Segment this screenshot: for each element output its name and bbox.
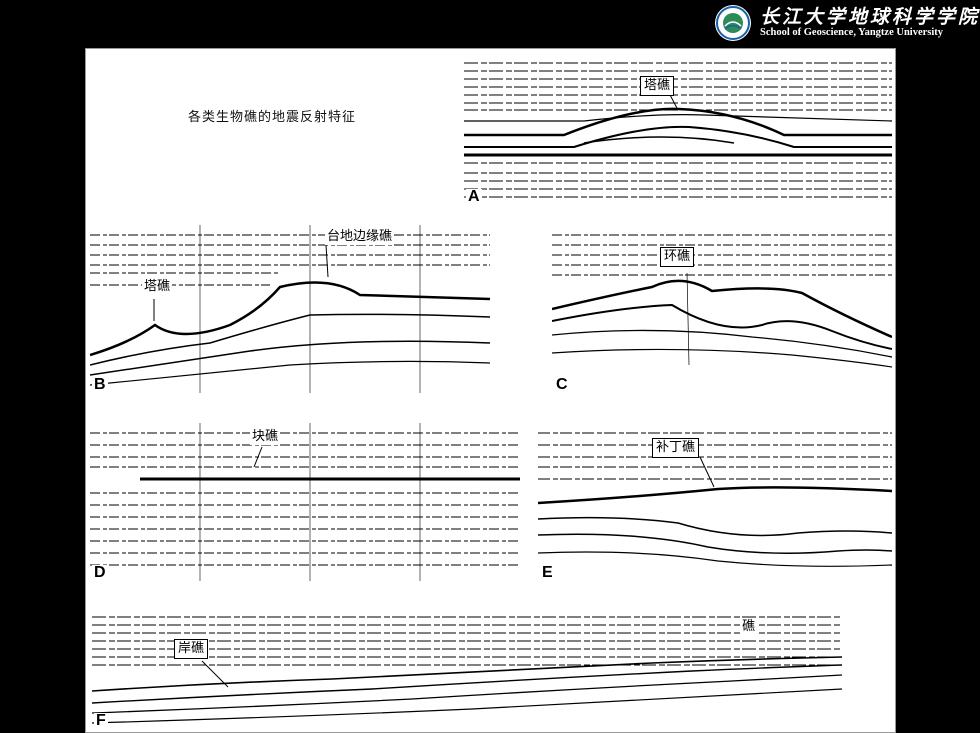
university-name-en: School of Geoscience, Yangtze University — [760, 27, 944, 38]
seismic-panel-b: 台地边缘礁 塔礁 B — [90, 225, 490, 393]
label-platform-margin-reef: 台地边缘礁 — [325, 229, 395, 245]
label-patch-block-reef: 块礁 — [250, 429, 281, 445]
seismic-section-b-graphic — [90, 225, 490, 393]
label-pinnacle-reef-b: 塔礁 — [142, 279, 173, 295]
figure-title: 各类生物礁的地震反射特征 — [188, 110, 357, 125]
figure-sheet: 各类生物礁的地震反射特征 塔礁 A 台地边缘礁 塔礁 B 环礁 C 块礁 D 补… — [85, 48, 896, 733]
seismic-section-d-graphic — [90, 423, 520, 581]
seismic-section-e-graphic — [538, 432, 892, 567]
panel-letter-f: F — [94, 712, 108, 729]
seismic-panel-f: 岸礁 礁 F — [92, 609, 842, 729]
seismic-panel-e: 补丁礁 E — [538, 423, 892, 581]
label-patch-reef: 补丁礁 — [652, 438, 700, 458]
seismic-panel-d: 块礁 D — [90, 423, 520, 581]
label-pinnacle-reef-a: 塔礁 — [640, 76, 675, 96]
seismic-panel-a: 塔礁 A — [464, 55, 892, 205]
university-name-cn: 长江大学地球科学学院 — [760, 6, 980, 28]
panel-letter-d: D — [92, 564, 108, 581]
panel-letter-c: C — [554, 376, 570, 393]
panel-letter-a: A — [466, 188, 482, 205]
panel-letter-b: B — [92, 376, 108, 393]
label-reef-f: 礁 — [740, 619, 758, 635]
seismic-panel-c: 环礁 C — [552, 225, 892, 393]
panel-letter-e: E — [540, 564, 555, 581]
label-fringing-reef: 岸礁 — [174, 639, 209, 659]
seismic-section-a-graphic — [464, 62, 892, 198]
university-seal-icon — [715, 5, 751, 41]
seismic-section-c-graphic — [552, 234, 892, 368]
label-atoll: 环礁 — [660, 247, 695, 267]
seismic-section-f-graphic — [92, 616, 842, 724]
